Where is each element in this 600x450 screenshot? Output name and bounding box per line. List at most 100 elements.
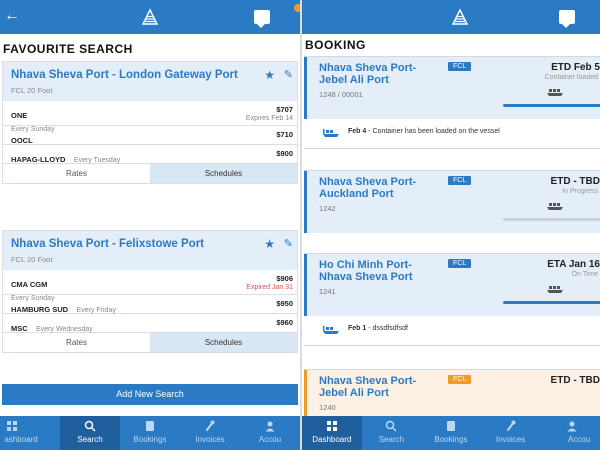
nav-search[interactable]: Search bbox=[362, 416, 422, 450]
booking-eta: ETD - TBD bbox=[550, 176, 600, 187]
booking-event: Feb 1 - dssdfsdfsdf bbox=[304, 316, 600, 346]
container-ship-icon bbox=[547, 89, 563, 96]
nav-label: Dashboard bbox=[312, 435, 352, 444]
company-logo-icon bbox=[451, 8, 469, 25]
nav-label: Search bbox=[77, 435, 103, 444]
progress-fill bbox=[503, 104, 600, 107]
booking-event: Feb 4 - Container has been loaded on the… bbox=[304, 119, 600, 149]
nav-label: Bookings bbox=[133, 435, 167, 444]
container-ship-icon bbox=[323, 326, 339, 334]
section-title: BOOKING bbox=[305, 38, 366, 52]
booking-reference: 1240 bbox=[319, 403, 336, 412]
booking-card-header: Ho Chi Minh Port-Nhava Sheva Port 1241 F… bbox=[304, 254, 600, 316]
shipment-type-badge: FCL bbox=[448, 62, 472, 71]
nav-label: ashboard bbox=[4, 435, 38, 444]
carrier-row[interactable]: OOCL $710 bbox=[3, 126, 297, 145]
progress-fill bbox=[503, 301, 600, 304]
event-text: - dssdfsdfsdf bbox=[366, 325, 408, 332]
star-icon[interactable]: ★ bbox=[264, 68, 275, 82]
nav-account[interactable]: Accou bbox=[240, 416, 300, 450]
event-date: Feb 1 bbox=[348, 325, 367, 332]
dashboard-grid-icon bbox=[326, 421, 337, 431]
shipment-type-badge: FCL bbox=[448, 259, 472, 268]
nav-label: Accou bbox=[568, 435, 591, 444]
booking-status: Container loaded bbox=[544, 74, 598, 81]
account-icon bbox=[265, 421, 275, 432]
carrier-price: $950 bbox=[276, 299, 293, 308]
edit-pencil-icon[interactable]: ✎ bbox=[284, 68, 293, 81]
booking-card-header: Nhava Sheva Port-Auckland Port 1242 FCL … bbox=[304, 171, 600, 233]
carrier-price: $707 bbox=[276, 105, 293, 114]
carrier-frequency: Every Tuesday bbox=[73, 157, 121, 164]
carrier-row[interactable]: ONE Every Sunday $707 Expires Feb 14 bbox=[3, 101, 297, 133]
star-icon[interactable]: ★ bbox=[264, 237, 275, 251]
search-icon bbox=[84, 420, 96, 432]
rate-expiry: Expires Feb 14 bbox=[245, 115, 293, 122]
booking-eta: ETD Feb 5 bbox=[551, 62, 600, 73]
shipment-type-badge: FCL bbox=[448, 176, 472, 185]
tab-schedules[interactable]: Schedules bbox=[150, 164, 297, 183]
search-icon bbox=[386, 420, 397, 432]
nav-bookings[interactable]: Bookings bbox=[421, 416, 481, 450]
shipment-progress-bar bbox=[503, 301, 600, 304]
container-type: FCL 20 Foot bbox=[11, 86, 53, 95]
carrier-price: $906 bbox=[276, 274, 293, 283]
tab-schedules[interactable]: Schedules bbox=[150, 333, 297, 352]
add-new-search-button[interactable]: Add New Search bbox=[2, 384, 298, 405]
invoices-icon bbox=[206, 420, 215, 431]
favourite-card-header: Nhava Sheva Port - Felixstowe Port FCL 2… bbox=[3, 231, 297, 270]
carrier-frequency: Every Friday bbox=[76, 307, 116, 314]
carrier-row[interactable]: CMA CGM Every Sunday $906 Expired Jan 31 bbox=[3, 270, 297, 302]
invoices-icon bbox=[506, 420, 516, 431]
booking-card[interactable]: Nhava Sheva Port-Auckland Port 1242 FCL … bbox=[304, 170, 600, 233]
edit-pencil-icon[interactable]: ✎ bbox=[284, 237, 293, 250]
carrier-price: $900 bbox=[276, 149, 293, 158]
booking-card[interactable]: Nhava Sheva Port-Jebel Ali Port 1248 / 0… bbox=[304, 56, 600, 149]
nav-label: Accou bbox=[258, 435, 282, 444]
container-ship-icon bbox=[547, 203, 563, 210]
booking-route: Ho Chi Minh Port-Nhava Sheva Port bbox=[319, 259, 413, 283]
bookings-icon bbox=[146, 421, 154, 431]
container-type: FCL 20 Foot bbox=[11, 255, 53, 264]
carrier-name: ONE bbox=[11, 111, 28, 120]
bookings-icon bbox=[446, 421, 455, 431]
top-bar bbox=[302, 0, 600, 34]
favourite-card[interactable]: Nhava Sheva Port - Felixstowe Port FCL 2… bbox=[2, 230, 298, 353]
nav-invoices[interactable]: Invoices bbox=[180, 416, 240, 450]
favourite-card[interactable]: Nhava Sheva Port - London Gateway Port F… bbox=[2, 61, 298, 184]
bottom-nav: ashboard Search Bookings Invoices Accou bbox=[0, 416, 300, 450]
favourite-route: Nhava Sheva Port - Felixstowe Port bbox=[11, 238, 205, 250]
nav-label: Bookings bbox=[434, 435, 468, 444]
nav-invoices[interactable]: Invoices bbox=[481, 416, 541, 450]
nav-bookings[interactable]: Bookings bbox=[120, 416, 180, 450]
dashboard-grid-icon bbox=[7, 421, 17, 431]
account-icon bbox=[567, 421, 577, 432]
top-bar: ← bbox=[0, 0, 300, 34]
carrier-name: CMA CGM bbox=[11, 280, 48, 289]
nav-dashboard[interactable]: Dashboard bbox=[302, 416, 362, 450]
carrier-row[interactable]: MSC Every Wednesday $960 bbox=[3, 314, 297, 333]
container-ship-icon bbox=[547, 286, 563, 293]
event-text: - Container has been loaded on the vesse… bbox=[366, 128, 500, 135]
carrier-price: $960 bbox=[276, 318, 293, 327]
shipment-progress-bar bbox=[503, 218, 600, 221]
carrier-price: $710 bbox=[276, 130, 293, 139]
booking-route: Nhava Sheva Port-Jebel Ali Port bbox=[319, 62, 417, 86]
carrier-row[interactable]: HAMBURG SUD Every Friday $950 bbox=[3, 295, 297, 314]
carrier-name: OOCL bbox=[11, 136, 33, 145]
nav-dashboard[interactable]: ashboard bbox=[0, 416, 60, 450]
booking-status: In Progress bbox=[562, 188, 598, 195]
rate-expiry: Expired Jan 31 bbox=[246, 284, 293, 291]
chat-icon[interactable] bbox=[559, 10, 575, 28]
booking-card-header: Nhava Sheva Port-Jebel Ali Port 1248 / 0… bbox=[304, 57, 600, 119]
bottom-nav: Dashboard Search Bookings Invoices Accou bbox=[302, 416, 600, 450]
chat-icon[interactable] bbox=[254, 10, 270, 28]
booking-screen: BOOKING Nhava Sheva Port-Jebel Ali Port … bbox=[300, 0, 600, 450]
back-arrow-icon[interactable]: ← bbox=[4, 8, 20, 24]
booking-eta: ETD - TBD bbox=[550, 375, 600, 386]
booking-route: Nhava Sheva Port-Auckland Port bbox=[319, 176, 417, 200]
carrier-row[interactable]: HAPAG-LLOYD Every Tuesday $900 bbox=[3, 145, 297, 164]
nav-account[interactable]: Accou bbox=[540, 416, 600, 450]
booking-card[interactable]: Ho Chi Minh Port-Nhava Sheva Port 1241 F… bbox=[304, 253, 600, 346]
nav-search[interactable]: Search bbox=[60, 416, 120, 450]
